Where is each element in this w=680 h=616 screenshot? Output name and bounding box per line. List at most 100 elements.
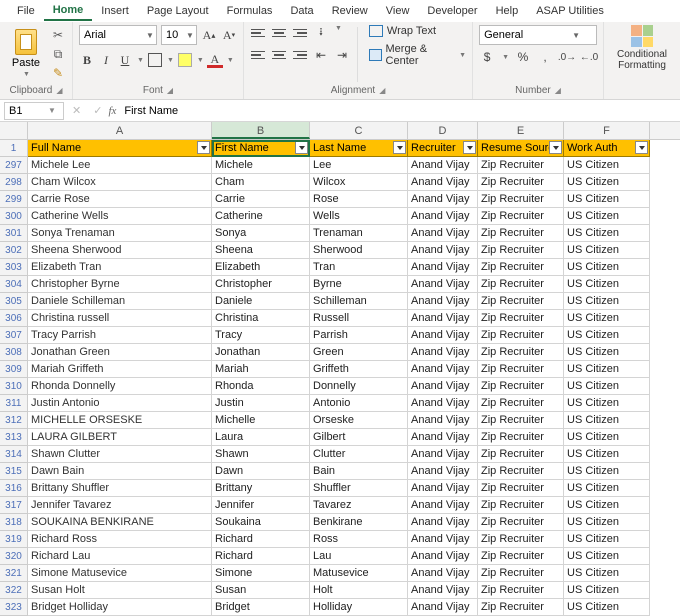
name-box[interactable]: ▼: [4, 102, 64, 120]
cell[interactable]: Schilleman: [310, 293, 408, 310]
font-size-input[interactable]: [162, 29, 184, 41]
cell[interactable]: Zip Recruiter: [478, 276, 564, 293]
row-header[interactable]: 313: [0, 429, 28, 446]
cell[interactable]: Rhonda Donnelly: [28, 378, 212, 395]
cell[interactable]: Anand Vijay: [408, 565, 478, 582]
font-name-input[interactable]: [80, 29, 144, 41]
cell[interactable]: Anand Vijay: [408, 242, 478, 259]
cell[interactable]: Anand Vijay: [408, 514, 478, 531]
table-header-cell[interactable]: Full Name: [28, 140, 212, 157]
wrap-text-button[interactable]: Wrap Text: [369, 25, 466, 37]
cancel-icon[interactable]: ✕: [66, 104, 87, 117]
cell[interactable]: Zip Recruiter: [478, 344, 564, 361]
cell[interactable]: Catherine: [212, 208, 310, 225]
col-header[interactable]: B: [212, 122, 310, 139]
comma-format-button[interactable]: ,: [537, 49, 553, 65]
ribbon-tab-insert[interactable]: Insert: [92, 2, 138, 20]
filter-dropdown-icon[interactable]: [295, 141, 308, 154]
row-header[interactable]: 303: [0, 259, 28, 276]
row-header[interactable]: 309: [0, 361, 28, 378]
align-top-button[interactable]: [250, 25, 266, 41]
cell[interactable]: US Citizen: [564, 531, 650, 548]
cell[interactable]: Anand Vijay: [408, 276, 478, 293]
font-name-combo[interactable]: ▼: [79, 25, 157, 45]
row-header[interactable]: 314: [0, 446, 28, 463]
cell[interactable]: Anand Vijay: [408, 582, 478, 599]
cell[interactable]: Susan Holt: [28, 582, 212, 599]
cell[interactable]: Anand Vijay: [408, 395, 478, 412]
name-box-input[interactable]: [5, 105, 45, 117]
ribbon-tab-review[interactable]: Review: [323, 2, 377, 20]
cell[interactable]: Richard: [212, 531, 310, 548]
orientation-button[interactable]: ⭭: [313, 25, 329, 41]
cell[interactable]: Richard Ross: [28, 531, 212, 548]
cell[interactable]: Cham Wilcox: [28, 174, 212, 191]
cell[interactable]: Zip Recruiter: [478, 327, 564, 344]
cell[interactable]: Michelle: [212, 412, 310, 429]
cell[interactable]: Sherwood: [310, 242, 408, 259]
cell[interactable]: Anand Vijay: [408, 225, 478, 242]
cell[interactable]: Clutter: [310, 446, 408, 463]
row-header[interactable]: 312: [0, 412, 28, 429]
table-header-cell[interactable]: Resume Source: [478, 140, 564, 157]
align-bottom-button[interactable]: [292, 25, 308, 41]
number-format-input[interactable]: [480, 29, 570, 41]
cell[interactable]: US Citizen: [564, 174, 650, 191]
align-left-button[interactable]: [250, 47, 266, 63]
dialog-launcher-icon[interactable]: ◢: [379, 86, 385, 95]
cell[interactable]: US Citizen: [564, 548, 650, 565]
cell[interactable]: Christina russell: [28, 310, 212, 327]
row-header[interactable]: 311: [0, 395, 28, 412]
cell[interactable]: Bain: [310, 463, 408, 480]
select-all-corner[interactable]: [0, 122, 28, 139]
cell[interactable]: Tracy Parrish: [28, 327, 212, 344]
decrease-indent-button[interactable]: ⇤: [313, 47, 329, 63]
cell[interactable]: Green: [310, 344, 408, 361]
cell[interactable]: US Citizen: [564, 463, 650, 480]
merge-center-button[interactable]: Merge & Center▼: [369, 43, 466, 67]
cell[interactable]: Christopher: [212, 276, 310, 293]
row-header[interactable]: 297: [0, 157, 28, 174]
cell[interactable]: Anand Vijay: [408, 310, 478, 327]
col-header[interactable]: F: [564, 122, 650, 139]
cell[interactable]: US Citizen: [564, 514, 650, 531]
filter-dropdown-icon[interactable]: [197, 141, 210, 154]
row-header[interactable]: 302: [0, 242, 28, 259]
cut-button[interactable]: ✂: [50, 27, 66, 43]
cell[interactable]: Jennifer: [212, 497, 310, 514]
cell[interactable]: Sonya Trenaman: [28, 225, 212, 242]
cell[interactable]: Justin: [212, 395, 310, 412]
cell[interactable]: Zip Recruiter: [478, 259, 564, 276]
cell[interactable]: Zip Recruiter: [478, 191, 564, 208]
cell[interactable]: Anand Vijay: [408, 599, 478, 616]
cell[interactable]: Orseske: [310, 412, 408, 429]
cell[interactable]: Christina: [212, 310, 310, 327]
cell[interactable]: Zip Recruiter: [478, 446, 564, 463]
cell[interactable]: US Citizen: [564, 599, 650, 616]
cell[interactable]: US Citizen: [564, 157, 650, 174]
row-header[interactable]: 315: [0, 463, 28, 480]
cell[interactable]: Zip Recruiter: [478, 565, 564, 582]
row-header[interactable]: 317: [0, 497, 28, 514]
row-header[interactable]: 320: [0, 548, 28, 565]
ribbon-tab-developer[interactable]: Developer: [418, 2, 486, 20]
cell[interactable]: Zip Recruiter: [478, 582, 564, 599]
ribbon-tab-asap-utilities[interactable]: ASAP Utilities: [527, 2, 613, 20]
cell[interactable]: Jonathan Green: [28, 344, 212, 361]
cell[interactable]: US Citizen: [564, 412, 650, 429]
row-header[interactable]: 322: [0, 582, 28, 599]
increase-indent-button[interactable]: ⇥: [334, 47, 350, 63]
increase-decimal-button[interactable]: .0→: [559, 49, 575, 65]
cell[interactable]: Sheena Sherwood: [28, 242, 212, 259]
cell[interactable]: Dawn Bain: [28, 463, 212, 480]
cell[interactable]: Donnelly: [310, 378, 408, 395]
cell[interactable]: Anand Vijay: [408, 327, 478, 344]
cell[interactable]: Tran: [310, 259, 408, 276]
cell[interactable]: Zip Recruiter: [478, 361, 564, 378]
italic-button[interactable]: I: [98, 52, 114, 68]
cell[interactable]: Richard Lau: [28, 548, 212, 565]
cell[interactable]: Russell: [310, 310, 408, 327]
cell[interactable]: Zip Recruiter: [478, 208, 564, 225]
cell[interactable]: Anand Vijay: [408, 174, 478, 191]
cell[interactable]: Anand Vijay: [408, 463, 478, 480]
